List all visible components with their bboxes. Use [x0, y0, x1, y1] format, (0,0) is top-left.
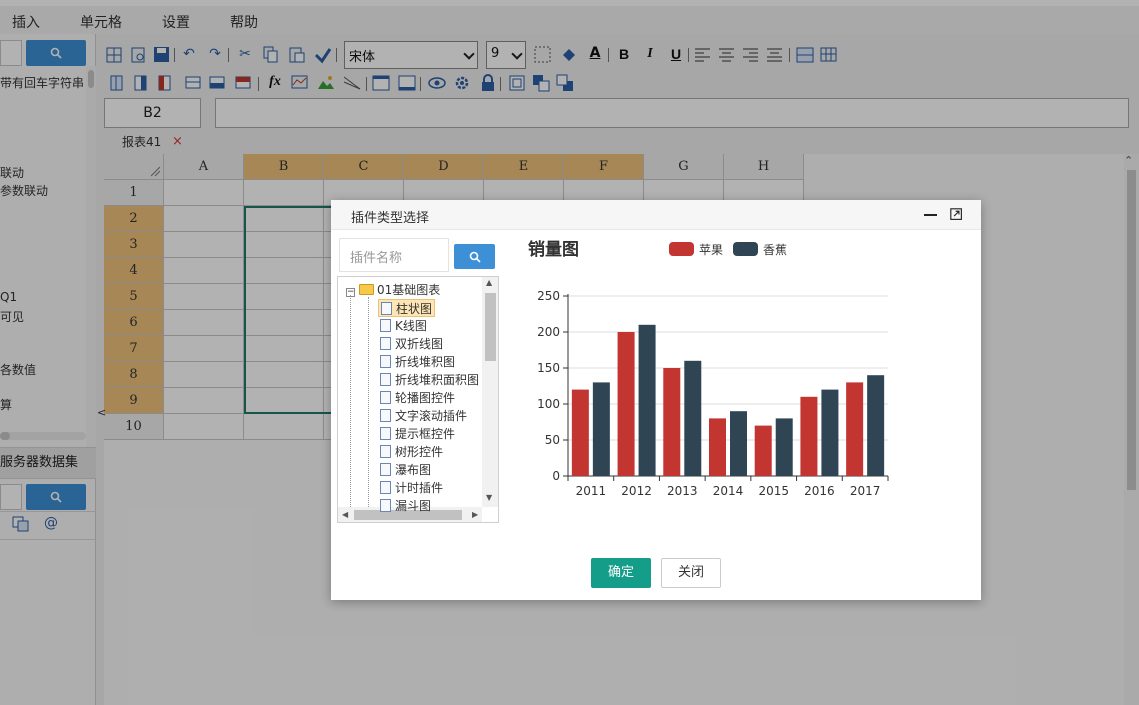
file-icon — [380, 409, 391, 422]
tree-item[interactable]: 瀑布图 — [380, 461, 431, 479]
folder-icon — [359, 284, 374, 295]
tree-guide-line — [368, 297, 369, 509]
bar-apple — [663, 368, 681, 476]
close-button[interactable]: 关闭 — [661, 558, 721, 588]
collapse-icon[interactable]: − — [346, 288, 355, 297]
x-tick-label: 2013 — [667, 484, 698, 498]
legend-swatch — [669, 242, 694, 256]
maximize-icon[interactable] — [950, 208, 963, 221]
bar-banana — [638, 324, 656, 476]
file-icon — [380, 337, 391, 350]
bar-apple — [617, 332, 635, 476]
tree-vertical-scroll-thumb[interactable] — [485, 293, 496, 361]
file-icon — [380, 463, 391, 476]
bar-apple — [846, 382, 864, 476]
y-tick-label: 100 — [537, 397, 560, 411]
file-icon — [380, 445, 391, 458]
tree-guide-line — [350, 295, 351, 507]
bar-apple — [754, 425, 772, 476]
tree-item-label: 柱状图 — [396, 302, 433, 316]
tree-item[interactable]: 轮播图控件 — [380, 389, 455, 407]
bar-banana — [592, 382, 610, 476]
bar-apple — [709, 418, 726, 476]
scroll-down-icon[interactable]: ▼ — [486, 493, 492, 502]
tree-folder-label: 01基础图表 — [377, 283, 441, 297]
minimize-icon[interactable] — [924, 214, 937, 216]
file-icon — [380, 481, 391, 494]
dialog-header: 插件类型选择 — [331, 200, 981, 230]
tree-item[interactable]: 提示框控件 — [380, 425, 455, 443]
plugin-search-button[interactable] — [454, 244, 495, 269]
y-tick-label: 50 — [545, 433, 560, 447]
file-icon — [380, 499, 391, 512]
file-icon — [380, 391, 391, 404]
tree-folder-basic-charts[interactable]: − 01基础图表 — [346, 281, 440, 299]
y-tick-label: 200 — [537, 325, 560, 339]
plugin-search-input[interactable]: 插件名称 — [339, 238, 449, 272]
tree-item[interactable]: 柱状图 — [378, 299, 436, 317]
legend-apple[interactable]: 苹果 — [669, 241, 723, 258]
tree-item-label: 双折线图 — [395, 337, 444, 351]
legend-swatch — [733, 242, 758, 256]
legend-banana[interactable]: 香蕉 — [733, 241, 787, 258]
y-tick-label: 150 — [537, 361, 560, 375]
y-tick-label: 250 — [537, 289, 560, 303]
bar-banana — [867, 375, 885, 476]
tree-item[interactable]: 计时插件 — [380, 479, 443, 497]
bar-banana — [821, 389, 839, 476]
plugin-tree: − 01基础图表 ▲ ▼ ◀ ▶ 柱状图 K线图双折线图折线堆积图折线堆积面积图 轮播… — [337, 276, 499, 523]
bar-banana — [775, 418, 793, 476]
bar-apple — [800, 396, 818, 476]
tree-item[interactable]: 漏斗图 — [380, 497, 431, 515]
tree-item-label: 漏斗图 — [395, 499, 432, 513]
bar-chart: 0 50 100 150 200 250 2011 2012 2013 2014 2015 2016 2… — [537, 289, 889, 498]
tree-item-label: 提示框控件 — [395, 427, 456, 441]
scroll-left-icon[interactable]: ◀ — [342, 510, 348, 519]
file-icon — [381, 302, 392, 315]
bar-apple — [571, 389, 589, 476]
bar-banana — [684, 360, 702, 476]
scroll-right-icon[interactable]: ▶ — [472, 510, 478, 519]
tree-item-label: 瀑布图 — [395, 463, 432, 477]
tree-item-label: 折线堆积面积图 — [395, 373, 480, 387]
tree-item-label: K线图 — [395, 319, 427, 333]
tree-item[interactable]: 折线堆积面积图 — [380, 371, 479, 389]
tree-item[interactable]: 文字滚动插件 — [380, 407, 467, 425]
tree-item-label: 计时插件 — [395, 481, 444, 495]
legend-label: 苹果 — [699, 243, 724, 257]
file-icon — [380, 427, 391, 440]
legend-label: 香蕉 — [763, 243, 788, 257]
plugin-type-dialog: 插件类型选择 插件名称 − 01基础图表 ▲ ▼ ◀ ▶ 柱状图 K线图双折线图折线… — [331, 200, 981, 600]
tree-item[interactable]: 双折线图 — [380, 335, 443, 353]
tree-item-label: 树形控件 — [395, 445, 444, 459]
tree-item[interactable]: 折线堆积图 — [380, 353, 455, 371]
chart-title: 销量图 — [528, 240, 579, 260]
tree-item[interactable]: 树形控件 — [380, 443, 443, 461]
file-icon — [380, 355, 391, 368]
tree-item-label: 文字滚动插件 — [395, 409, 468, 423]
file-icon — [380, 319, 391, 332]
y-tick-label: 0 — [552, 469, 560, 483]
scroll-up-icon[interactable]: ▲ — [486, 278, 492, 287]
dialog-title: 插件类型选择 — [351, 211, 430, 226]
bar-banana — [730, 411, 747, 476]
x-tick-label: 2016 — [804, 484, 835, 498]
search-icon — [469, 251, 481, 263]
confirm-button[interactable]: 确定 — [591, 558, 651, 588]
tree-item-label: 折线堆积图 — [395, 355, 456, 369]
file-icon — [380, 373, 391, 386]
tree-item-label: 轮播图控件 — [395, 391, 456, 405]
x-tick-label: 2017 — [850, 484, 881, 498]
x-tick-label: 2011 — [576, 484, 607, 498]
x-tick-label: 2015 — [758, 484, 789, 498]
tree-item[interactable]: K线图 — [380, 317, 427, 335]
x-tick-label: 2014 — [713, 484, 744, 498]
x-tick-label: 2012 — [621, 484, 652, 498]
